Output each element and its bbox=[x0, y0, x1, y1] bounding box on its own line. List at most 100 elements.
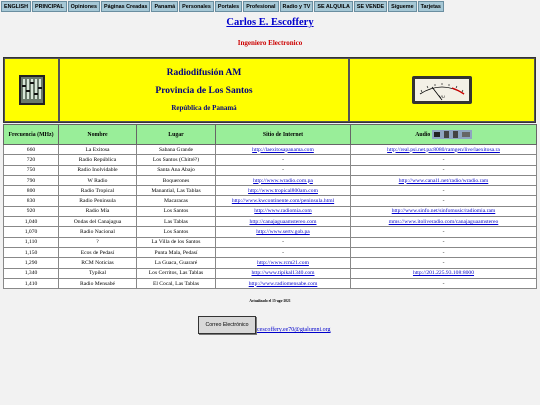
website-link[interactable]: http://www.tropical800am.com bbox=[248, 188, 318, 194]
cell-audio: - bbox=[350, 185, 537, 197]
audio-link[interactable]: http://real.psi.net.pa:8080/ramgen/live/… bbox=[387, 147, 500, 153]
cell-frequency: 830 bbox=[3, 195, 59, 207]
cell-place: Boquerones bbox=[136, 174, 216, 187]
email-button[interactable]: Correo Electrónico bbox=[198, 316, 256, 334]
website-link[interactable]: http://canajaguaamstereo.com bbox=[250, 219, 317, 225]
cell-website: http://www.tipikal1340.com bbox=[215, 267, 351, 279]
cell-website: http://www.sertv.gob.pa bbox=[215, 226, 351, 238]
header-title: Radiodifusión AM bbox=[166, 68, 242, 78]
cell-frequency: 1,070 bbox=[3, 226, 59, 238]
cell-frequency: 1,290 bbox=[3, 257, 59, 269]
cell-website: http://www.tropical800am.com bbox=[215, 185, 351, 197]
cell-place: Macaracas bbox=[136, 195, 216, 207]
column-header-audio: Audio bbox=[350, 124, 537, 145]
cell-audio: - bbox=[350, 154, 537, 166]
page-header-panel: Radiodifusión AM Provincia de Los Santos… bbox=[3, 57, 536, 123]
cell-audio: - bbox=[350, 257, 537, 269]
cell-name: La Exitosa bbox=[58, 143, 137, 156]
cell-name: ? bbox=[58, 236, 137, 248]
website-link[interactable]: http://www.rcm21.com bbox=[257, 260, 309, 266]
nav-button-2[interactable]: Opiniones bbox=[67, 1, 100, 12]
table-row: 1,040 Ondas del Canajagua Las Tablas http:/… bbox=[3, 216, 537, 228]
cell-audio: - bbox=[350, 277, 537, 290]
cell-name: W Radio bbox=[58, 174, 137, 187]
column-header-website: Sitio de Internet bbox=[215, 124, 351, 145]
nav-button-11[interactable]: Sígueme bbox=[388, 1, 417, 12]
cell-place: Los Santos bbox=[136, 205, 216, 218]
website-link[interactable]: http://www.sertv.gob.pa bbox=[256, 229, 310, 235]
cell-place: Los Santos (Chitré?) bbox=[136, 154, 216, 166]
cell-website: http://www.rcm21.com bbox=[215, 257, 351, 269]
table-row: 800 Radio Tropical Manantial, Las Tablas ht… bbox=[3, 185, 537, 197]
table-row: 1,290 RCM Noticias La Guaca, Guararé http:/… bbox=[3, 257, 537, 269]
audio-link[interactable]: mms://www.itoliveradio.com/canajaguaamst… bbox=[389, 219, 499, 225]
cell-audio: - bbox=[350, 226, 537, 238]
header-country: República de Panamá bbox=[171, 104, 237, 112]
nav-button-3[interactable]: Páginas Creadas bbox=[100, 1, 151, 12]
cell-website: http://www.radiomia.com bbox=[215, 205, 351, 218]
cell-place: El Cocal, Las Tablas bbox=[136, 277, 216, 290]
cell-frequency: 1,110 bbox=[3, 236, 59, 248]
audio-link[interactable]: http://201.225.93.108:8000 bbox=[413, 270, 474, 276]
website-link[interactable]: http://www.radiomia.com bbox=[254, 208, 311, 214]
table-row: 720 Radio República Los Santos (Chitré?) - - bbox=[3, 154, 537, 166]
cell-audio: - bbox=[350, 236, 537, 248]
table-row: 1,150 Ecos de Pedasí Punta Mala, Pedasí - - bbox=[3, 246, 537, 259]
header-left-cell bbox=[4, 58, 59, 122]
cell-place: Manantial, Las Tablas bbox=[136, 185, 216, 197]
website-link[interactable]: http://www.radiomensabe.com bbox=[249, 281, 318, 287]
table-row: 1,110? La Villa de los Santos - - bbox=[3, 236, 537, 248]
website-link[interactable]: http://laexitosapanama.com bbox=[252, 147, 314, 153]
nav-button-0[interactable]: ENGLISH bbox=[1, 1, 31, 12]
site-title[interactable]: Carlos E. Escoffery bbox=[0, 17, 540, 28]
website-link[interactable]: http://www.kwcontinente.com/peninsula.ht… bbox=[232, 198, 334, 204]
vu-meter-icon: VU bbox=[412, 76, 472, 104]
cell-name: Ecos de Pedasí bbox=[58, 246, 137, 259]
nav-button-9[interactable]: SE ALQUILA bbox=[314, 1, 353, 12]
column-header-name: Nombre bbox=[58, 124, 137, 145]
cell-name: Radio Nacional bbox=[58, 226, 137, 238]
column-header-audio-label: Audio bbox=[415, 131, 431, 138]
cell-audio: http://real.psi.net.pa:8080/ramgen/live/… bbox=[350, 143, 537, 156]
audio-link[interactable]: http://www.canal1.net/radio/wradio.ram bbox=[399, 178, 489, 184]
table-row: 920 Radio Mía Los Santos http://www.radiomi… bbox=[3, 205, 537, 218]
cell-place: La Guaca, Guararé bbox=[136, 257, 216, 269]
cell-frequency: 750 bbox=[3, 164, 59, 176]
nav-button-6[interactable]: Portales bbox=[214, 1, 243, 12]
cell-website: http://www.kwcontinente.com/peninsula.ht… bbox=[215, 195, 351, 207]
cell-website: http://www.wradio.com.pa bbox=[215, 174, 351, 187]
speaker-icon bbox=[431, 130, 472, 139]
website-link[interactable]: http://www.tipikal1340.com bbox=[251, 270, 314, 276]
nav-button-12[interactable]: Tarjetas bbox=[417, 1, 444, 12]
nav-button-4[interactable]: Panamá bbox=[151, 1, 179, 12]
nav-button-8[interactable]: Radio y TV bbox=[279, 1, 314, 12]
cell-place: Sabana Grande bbox=[136, 143, 216, 156]
header-title-cell: Radiodifusión AM Provincia de Los Santos… bbox=[59, 58, 349, 122]
table-row: 830 Radio Peninsula Macaracas http://www.kw… bbox=[3, 195, 537, 207]
cell-audio: http://www.canal1.net/radio/wradio.ram bbox=[350, 174, 537, 187]
cell-frequency: 720 bbox=[3, 154, 59, 166]
table-row: 1,340 Typikal Los Cerritos, Las Tablas http… bbox=[3, 267, 537, 279]
cell-name: Radio Mensabé bbox=[58, 277, 137, 290]
cell-name: Radio Tropical bbox=[58, 185, 137, 197]
audio-link[interactable]: http://www.sinfo.net/sinfomusic/radiomia… bbox=[392, 208, 496, 214]
cell-place: Santa Ana Abajo bbox=[136, 164, 216, 176]
cell-frequency: 1,150 bbox=[3, 246, 59, 259]
cell-name: Ondas del Canajagua bbox=[58, 216, 137, 228]
cell-place: Punta Mala, Pedasí bbox=[136, 246, 216, 259]
vu-label: VU bbox=[439, 94, 445, 99]
cell-website: http://canajaguaamstereo.com bbox=[215, 216, 351, 228]
nav-button-1[interactable]: PRINCIPAL bbox=[31, 1, 67, 12]
nav-button-10[interactable]: SE VENDE bbox=[353, 1, 388, 12]
cell-frequency: 1,040 bbox=[3, 216, 59, 228]
cell-name: Radio República bbox=[58, 154, 137, 166]
website-link[interactable]: http://www.wradio.com.pa bbox=[253, 178, 313, 184]
email-link[interactable]: cescoffery.ee70@gtalumni.org bbox=[257, 327, 331, 333]
nav-button-5[interactable]: Personales bbox=[179, 1, 214, 12]
cell-name: Radio Inolvidable bbox=[58, 164, 137, 176]
nav-button-7[interactable]: Profesional bbox=[243, 1, 279, 12]
cell-audio: - bbox=[350, 195, 537, 207]
cell-audio: http://201.225.93.108:8000 bbox=[350, 267, 537, 279]
table-row: 1,410 Radio Mensabé El Cocal, Las Tablas ht… bbox=[3, 277, 537, 290]
cell-frequency: 790 bbox=[3, 174, 59, 187]
